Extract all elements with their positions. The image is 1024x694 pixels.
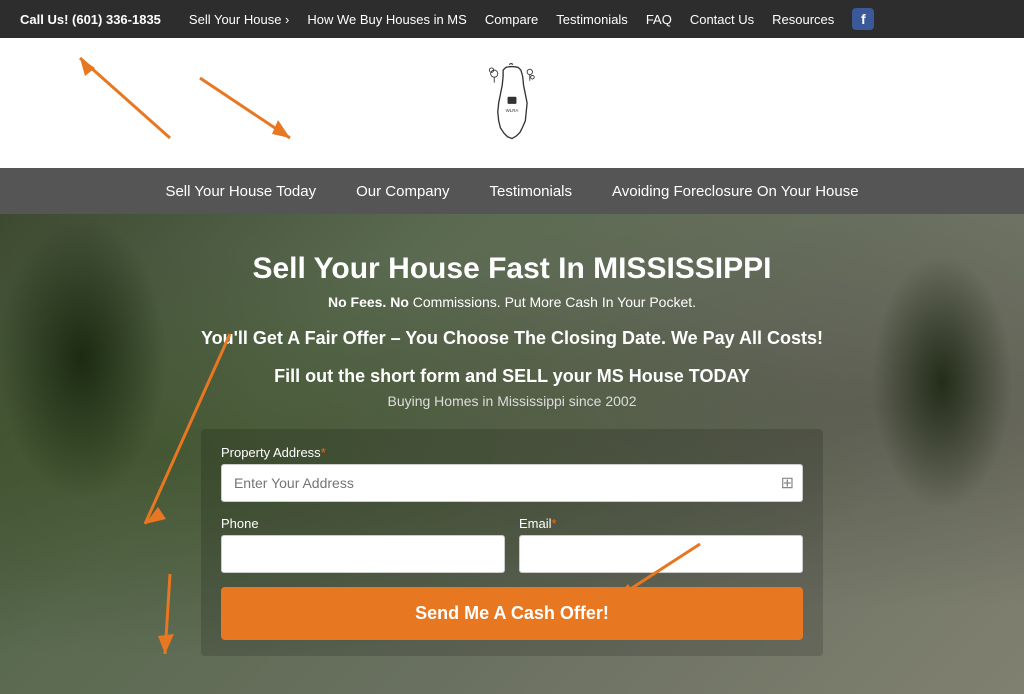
email-label: Email* (519, 516, 803, 531)
mississippi-logo: WLRA (477, 63, 547, 143)
secondary-navigation: Sell Your House Today Our Company Testim… (0, 168, 1024, 214)
submit-button[interactable]: Send Me A Cash Offer! (221, 587, 803, 640)
secnav-testimonials[interactable]: Testimonials (489, 183, 572, 200)
phone-label: Phone (221, 516, 505, 531)
nav-resources[interactable]: Resources (772, 12, 834, 27)
svg-text:WLRA: WLRA (506, 108, 519, 113)
nav-sell-house[interactable]: Sell Your House › (189, 12, 289, 27)
no-commissions: No (390, 294, 409, 310)
address-icon: ⊞ (781, 473, 794, 493)
hero-section: Sell Your House Fast In MISSISSIPPI No F… (0, 214, 1024, 694)
commissions-text: Commissions. Put More Cash In Your Pocke… (413, 294, 696, 310)
secnav-our-company[interactable]: Our Company (356, 183, 449, 200)
hero-fill: Fill out the short form and SELL your MS… (201, 366, 823, 387)
hero-subtitle: No Fees. No Commissions. Put More Cash I… (201, 294, 823, 310)
nav-faq[interactable]: FAQ (646, 12, 672, 27)
hero-content: Sell Your House Fast In MISSISSIPPI No F… (181, 222, 843, 685)
lead-form: Property Address* ⊞ Phone Email* Send Me (201, 429, 823, 656)
no-fees: No Fees. (328, 294, 386, 310)
nav-testimonials[interactable]: Testimonials (556, 12, 628, 27)
hero-title: Sell Your House Fast In MISSISSIPPI (201, 252, 823, 286)
phone-number: Call Us! (601) 336-1835 (20, 12, 161, 27)
address-label: Property Address* (221, 445, 803, 460)
top-navigation: Call Us! (601) 336-1835 Sell Your House … (0, 0, 1024, 38)
email-field-group: Email* (519, 516, 803, 573)
phone-email-row: Phone Email* (221, 516, 803, 573)
nav-compare[interactable]: Compare (485, 12, 538, 27)
secnav-sell-house[interactable]: Sell Your House Today (165, 183, 316, 200)
secnav-foreclosure[interactable]: Avoiding Foreclosure On Your House (612, 183, 859, 200)
phone-field-group: Phone (221, 516, 505, 573)
hero-offer: You'll Get A Fair Offer – You Choose The… (201, 326, 823, 351)
nav-contact[interactable]: Contact Us (690, 12, 754, 27)
email-input[interactable] (519, 535, 803, 573)
nav-how-we-buy[interactable]: How We Buy Houses in MS (307, 12, 466, 27)
hero-buying: Buying Homes in Mississippi since 2002 (201, 393, 823, 409)
address-input[interactable] (230, 465, 781, 501)
logo-area: WLRA (0, 38, 1024, 168)
phone-input[interactable] (221, 535, 505, 573)
facebook-icon[interactable]: f (852, 8, 874, 30)
address-input-row: ⊞ (221, 464, 803, 502)
